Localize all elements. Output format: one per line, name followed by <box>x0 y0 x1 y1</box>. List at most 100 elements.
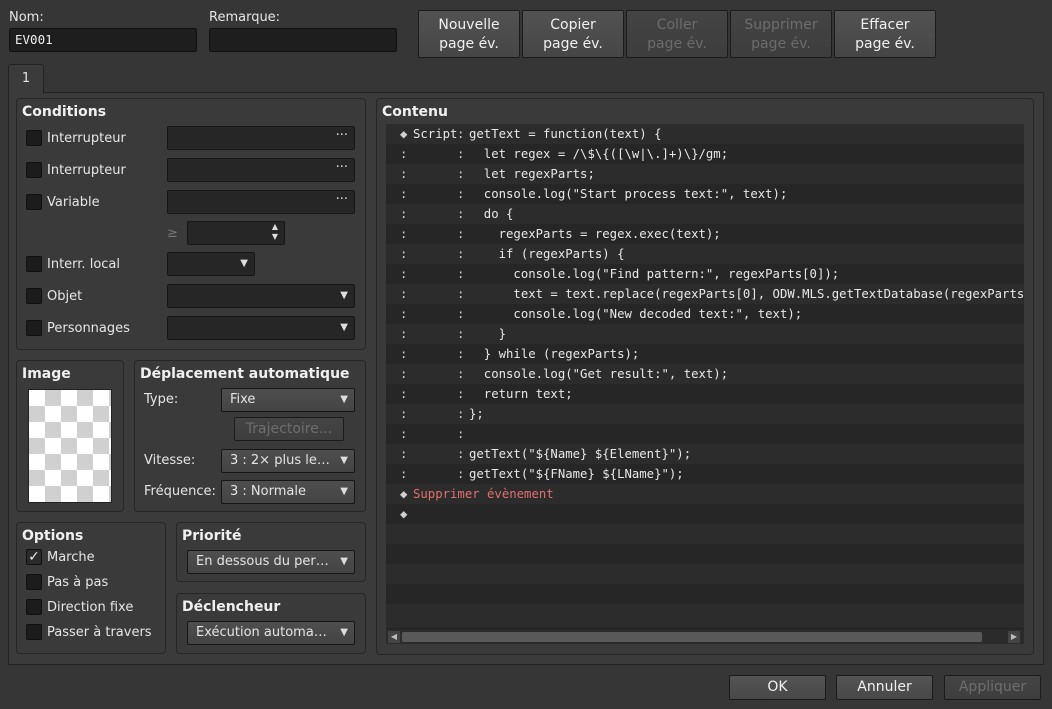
actor-label: Personnages <box>47 321 130 336</box>
command-line[interactable]: :: console.log("Start process text:", te… <box>386 184 1024 204</box>
note-input[interactable] <box>209 28 397 52</box>
switch2-checkbox[interactable] <box>26 162 42 178</box>
command-separator: : <box>457 227 465 241</box>
continuation-marker: : <box>400 247 408 261</box>
continuation-marker: : <box>400 287 408 301</box>
command-line[interactable]: ◆ <box>386 504 1024 524</box>
item-checkbox[interactable] <box>26 288 42 304</box>
variable-checkbox[interactable] <box>26 194 42 210</box>
move-type-select[interactable]: Fixe ▼ <box>221 388 355 412</box>
move-frequency-select[interactable]: 3 : Normale ▼ <box>221 480 355 504</box>
event-image-preview[interactable] <box>28 389 112 503</box>
command-name: Script <box>413 127 458 141</box>
command-line[interactable]: :: if (regexParts) { <box>386 244 1024 264</box>
continuation-marker: : <box>400 347 408 361</box>
continuation-marker: : <box>400 387 408 401</box>
command-line[interactable]: :: regexParts = regex.exec(text); <box>386 224 1024 244</box>
clear-page-button[interactable]: Effacer page év. <box>834 10 936 58</box>
horizontal-scrollbar[interactable]: ◀ ▶ <box>386 628 1024 644</box>
delete-page-button[interactable]: Supprimer page év. <box>730 10 832 58</box>
chevron-down-icon: ▼ <box>240 258 248 269</box>
switch1-label: Interrupteur <box>47 131 126 146</box>
command-line[interactable]: :: getText("${FName} ${LName}"); <box>386 464 1024 484</box>
continuation-marker: : <box>400 267 408 281</box>
move-speed-select[interactable]: 3 : 2× plus le… ▼ <box>221 449 355 473</box>
continuation-marker: : <box>400 167 408 181</box>
stepping-label: Pas à pas <box>47 575 109 590</box>
self-switch-select[interactable]: ▼ <box>167 252 255 276</box>
command-line[interactable]: :: text = text.replace(regexParts[0], OD… <box>386 284 1024 304</box>
command-line[interactable]: :: do { <box>386 204 1024 224</box>
name-input[interactable]: EV001 <box>9 28 197 52</box>
erase-event-command: Supprimer évènement <box>413 487 554 501</box>
scrollbar-thumb[interactable] <box>402 632 982 642</box>
command-line[interactable]: ◆ Supprimer évènement <box>386 484 1024 504</box>
ge-symbol: ≥ <box>167 226 178 241</box>
command-separator: : <box>457 387 465 401</box>
command-separator: : <box>457 447 465 461</box>
command-text: } while (regexParts); <box>469 347 640 361</box>
scroll-left-icon[interactable]: ◀ <box>388 631 400 643</box>
continuation-marker: : <box>400 147 408 161</box>
command-text: getText("${Name} ${Element}"); <box>469 447 692 461</box>
trigger-select[interactable]: Exécution automa… ▼ <box>187 621 355 645</box>
command-line[interactable]: :: console.log("New decoded text:", text… <box>386 304 1024 324</box>
switch2-selector[interactable]: ··· <box>167 158 355 182</box>
command-line[interactable]: :: let regex = /\$\{([\w|\.]+)\}/gm; <box>386 144 1024 164</box>
switch1-selector[interactable]: ··· <box>167 126 355 150</box>
spinner-arrows-icon[interactable]: ▲ ▼ <box>272 222 278 242</box>
variable-selector[interactable]: ··· <box>167 190 355 214</box>
command-line[interactable]: :: let regexParts; <box>386 164 1024 184</box>
command-separator: : <box>457 267 465 281</box>
command-separator: : <box>457 247 465 261</box>
empty-line <box>386 524 1024 544</box>
tab-page-1[interactable]: 1 <box>8 64 44 94</box>
continuation-marker: : <box>400 327 408 341</box>
copy-page-button[interactable]: Copier page év. <box>522 10 624 58</box>
command-text: do { <box>469 207 514 221</box>
command-line[interactable]: :: } while (regexParts); <box>386 344 1024 364</box>
stepping-checkbox[interactable] <box>26 574 42 590</box>
ellipsis-icon: ··· <box>335 160 348 175</box>
direction-fix-checkbox[interactable] <box>26 599 42 615</box>
priority-select[interactable]: En dessous du per… ▼ <box>187 550 355 574</box>
actor-select[interactable]: ▼ <box>167 316 355 340</box>
actor-checkbox[interactable] <box>26 320 42 336</box>
switch1-checkbox[interactable] <box>26 130 42 146</box>
chevron-down-icon: ▼ <box>340 556 348 567</box>
continuation-marker: : <box>400 467 408 481</box>
new-page-button[interactable]: Nouvelle page év. <box>418 10 520 58</box>
command-line[interactable]: :: console.log("Find pattern:", regexPar… <box>386 264 1024 284</box>
command-line[interactable]: ◆ Script: getText = function(text) { <box>386 124 1024 144</box>
cancel-button[interactable]: Annuler <box>836 675 933 700</box>
command-line[interactable]: :: getText("${Name} ${Element}"); <box>386 444 1024 464</box>
command-line[interactable]: :: <box>386 424 1024 444</box>
self-switch-checkbox[interactable] <box>26 256 42 272</box>
command-separator: : <box>457 127 465 141</box>
command-line[interactable]: ::}; <box>386 404 1024 424</box>
command-line[interactable]: :: } <box>386 324 1024 344</box>
route-button[interactable]: Trajectoire... <box>234 417 344 441</box>
paste-page-button[interactable]: Coller page év. <box>626 10 728 58</box>
continuation-marker: : <box>400 407 408 421</box>
variable-value-spinner[interactable]: ▲ ▼ <box>187 221 285 245</box>
chevron-down-icon: ▼ <box>340 394 348 405</box>
options-title: Options <box>22 528 84 544</box>
ok-button[interactable]: OK <box>729 675 826 700</box>
walking-checkbox[interactable]: ✓ <box>26 549 42 565</box>
command-line[interactable]: :: console.log("Get result:", text); <box>386 364 1024 384</box>
empty-line <box>386 604 1024 624</box>
self-switch-label: Interr. local <box>47 257 120 272</box>
scroll-right-icon[interactable]: ▶ <box>1008 631 1020 643</box>
through-checkbox[interactable] <box>26 624 42 640</box>
command-separator: : <box>457 407 465 421</box>
command-separator: : <box>457 207 465 221</box>
apply-button[interactable]: Appliquer <box>944 675 1041 700</box>
command-text: text = text.replace(regexParts[0], ODW.M… <box>469 287 1024 301</box>
item-select[interactable]: ▼ <box>167 284 355 308</box>
speed-label: Vitesse: <box>144 453 196 468</box>
auto-move-title: Déplacement automatique <box>140 366 350 382</box>
command-line[interactable]: :: return text; <box>386 384 1024 404</box>
switch2-label: Interrupteur <box>47 163 126 178</box>
event-command-list[interactable]: ◆ Script: getText = function(text) {:: let… <box>386 124 1024 628</box>
